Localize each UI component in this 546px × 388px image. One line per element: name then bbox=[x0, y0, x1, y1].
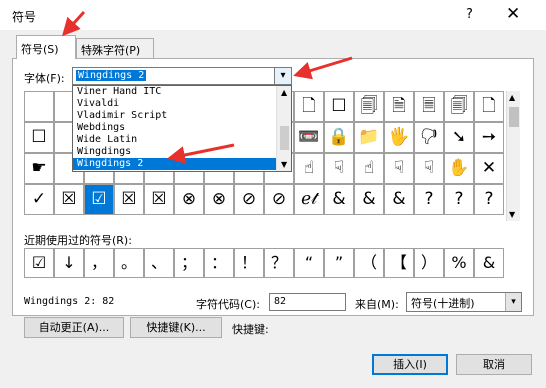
symbol-cell[interactable]: 🖓 bbox=[414, 122, 444, 153]
font-option[interactable]: Vivaldi bbox=[73, 98, 291, 110]
symbol-cell[interactable]: ➙ bbox=[474, 122, 504, 153]
symbol-cell[interactable]: 🖐 bbox=[384, 122, 414, 153]
recent-symbol-cell[interactable]: 、 bbox=[144, 248, 174, 278]
font-dropdown-list: Viner Hand ITC Vivaldi Vladimir Script Webd… bbox=[72, 85, 292, 172]
recent-symbol-cell[interactable]: % bbox=[444, 248, 474, 278]
symbol-cell[interactable]: 📼 bbox=[294, 122, 324, 153]
shortcut-key-button[interactable]: 快捷键(K)... bbox=[130, 317, 222, 338]
insert-button[interactable]: 插入(I) bbox=[372, 354, 448, 375]
scroll-down-icon[interactable]: ▼ bbox=[281, 160, 287, 169]
symbol-cell[interactable]: ⊘ bbox=[264, 184, 294, 215]
recent-symbol-cell[interactable]: ， bbox=[84, 248, 114, 278]
char-code-label: 字符代码(C): bbox=[196, 298, 260, 311]
symbol-cell[interactable]: ☐ bbox=[24, 122, 54, 153]
recent-symbol-cell[interactable]: ） bbox=[414, 248, 444, 278]
symbol-cell[interactable]: ⊘ bbox=[234, 184, 264, 215]
symbol-cell[interactable]: ⊗ bbox=[204, 184, 234, 215]
shortcut-key-label: 快捷键: bbox=[232, 323, 269, 336]
symbol-cell[interactable]: & bbox=[324, 184, 354, 215]
title-bar: 符号 ? ✕ bbox=[0, 0, 546, 30]
symbol-cell[interactable]: 📁 bbox=[354, 122, 384, 153]
symbol-cell[interactable]: ☟ bbox=[384, 153, 414, 184]
symbol-cell[interactable]: ? bbox=[444, 184, 474, 215]
symbol-cell[interactable]: 🗋 bbox=[294, 91, 324, 122]
font-option[interactable]: Webdings bbox=[73, 122, 291, 134]
recent-symbol-cell[interactable]: ？ bbox=[264, 248, 294, 278]
recent-symbol-cell[interactable]: （ bbox=[354, 248, 384, 278]
from-label: 来自(M): bbox=[355, 298, 399, 311]
chevron-down-icon[interactable]: ▾ bbox=[505, 293, 521, 311]
symbol-cell[interactable]: ☟ bbox=[324, 153, 354, 184]
font-option[interactable]: Wingdings 2 bbox=[73, 158, 291, 170]
font-option[interactable]: Viner Hand ITC bbox=[73, 86, 291, 98]
symbol-cell[interactable]: 🗎 bbox=[384, 91, 414, 122]
symbol-cell[interactable]: ℯ𝓉 bbox=[294, 184, 324, 215]
recent-symbol-cell[interactable]: ！ bbox=[234, 248, 264, 278]
scroll-up-icon[interactable]: ▲ bbox=[281, 88, 287, 97]
scrollbar-thumb[interactable] bbox=[280, 126, 289, 150]
symbol-cell[interactable]: & bbox=[354, 184, 384, 215]
symbol-cell[interactable]: 🗐 bbox=[444, 91, 474, 122]
symbol-cell[interactable]: ☑ bbox=[84, 184, 114, 215]
font-option[interactable]: Wide Latin bbox=[73, 134, 291, 146]
symbol-cell[interactable]: ✓ bbox=[24, 184, 54, 215]
recent-symbol-cell[interactable]: ： bbox=[204, 248, 234, 278]
symbol-cell[interactable]: ☒ bbox=[114, 184, 144, 215]
recent-symbol-cell[interactable]: 【 bbox=[384, 248, 414, 278]
font-option[interactable]: Vladimir Script bbox=[73, 110, 291, 122]
from-select-value: 符号(十进制) bbox=[411, 297, 475, 310]
help-button[interactable]: ? bbox=[466, 7, 473, 22]
cancel-button[interactable]: 取消 bbox=[456, 354, 532, 375]
recent-symbol-cell[interactable]: 。 bbox=[114, 248, 144, 278]
scroll-down-icon[interactable]: ▼ bbox=[509, 210, 515, 219]
close-button[interactable]: ✕ bbox=[506, 4, 520, 24]
tab-symbols[interactable]: 符号(S) bbox=[16, 35, 76, 59]
font-list-scrollbar[interactable]: ▲ ▼ bbox=[276, 86, 291, 171]
symbol-cell[interactable]: ? bbox=[414, 184, 444, 215]
symbol-cell[interactable]: & bbox=[384, 184, 414, 215]
scrollbar-thumb[interactable] bbox=[509, 107, 519, 127]
symbol-cell[interactable]: ☝ bbox=[294, 153, 324, 184]
font-select[interactable]: Wingdings 2 ▾ bbox=[72, 67, 292, 85]
symbol-cell[interactable]: 🗏 bbox=[414, 91, 444, 122]
from-select[interactable]: 符号(十进制) ▾ bbox=[406, 292, 522, 312]
symbol-cell[interactable]: ✋ bbox=[444, 153, 474, 184]
recent-symbol-cell[interactable]: “ bbox=[294, 248, 324, 278]
symbol-cell[interactable]: ? bbox=[474, 184, 504, 215]
symbol-cell[interactable]: ☒ bbox=[54, 184, 84, 215]
symbol-cell[interactable]: ☟ bbox=[414, 153, 444, 184]
symbol-cell[interactable]: ➘ bbox=[444, 122, 474, 153]
symbol-cell[interactable]: 🔒 bbox=[324, 122, 354, 153]
symbol-cell[interactable]: ✕ bbox=[474, 153, 504, 184]
recent-symbol-cell[interactable]: ； bbox=[174, 248, 204, 278]
font-select-value: Wingdings 2 bbox=[76, 70, 147, 81]
font-label: 字体(F): bbox=[24, 72, 65, 85]
chevron-down-icon[interactable]: ▾ bbox=[274, 68, 291, 84]
symbol-cell[interactable] bbox=[24, 91, 54, 122]
symbol-cell[interactable]: ☐ bbox=[324, 91, 354, 122]
recent-symbol-cell[interactable]: ☑ bbox=[24, 248, 54, 278]
symbol-grid-scrollbar[interactable]: ▲ ▼ bbox=[506, 91, 520, 221]
recent-symbols-label: 近期使用过的符号(R): bbox=[24, 234, 132, 247]
symbol-cell[interactable]: 🗐 bbox=[354, 91, 384, 122]
symbol-cell[interactable]: 🗋 bbox=[474, 91, 504, 122]
recent-symbol-cell[interactable]: ↓ bbox=[54, 248, 84, 278]
autocorrect-button[interactable]: 自动更正(A)... bbox=[24, 317, 124, 338]
symbol-cell[interactable]: ☝ bbox=[354, 153, 384, 184]
char-code-input[interactable]: 82 bbox=[269, 293, 346, 311]
symbol-cell[interactable]: ⊗ bbox=[174, 184, 204, 215]
symbol-cell[interactable]: ☒ bbox=[144, 184, 174, 215]
window-title: 符号 bbox=[12, 10, 37, 24]
scroll-up-icon[interactable]: ▲ bbox=[509, 93, 515, 102]
font-option[interactable]: Wingdings bbox=[73, 146, 291, 158]
character-name: Wingdings 2: 82 bbox=[24, 296, 115, 307]
recent-symbol-cell[interactable]: ” bbox=[324, 248, 354, 278]
tab-special-characters[interactable]: 特殊字符(P) bbox=[76, 38, 154, 58]
symbol-cell[interactable]: ☛ bbox=[24, 153, 54, 184]
recent-symbol-cell[interactable]: & bbox=[474, 248, 504, 278]
